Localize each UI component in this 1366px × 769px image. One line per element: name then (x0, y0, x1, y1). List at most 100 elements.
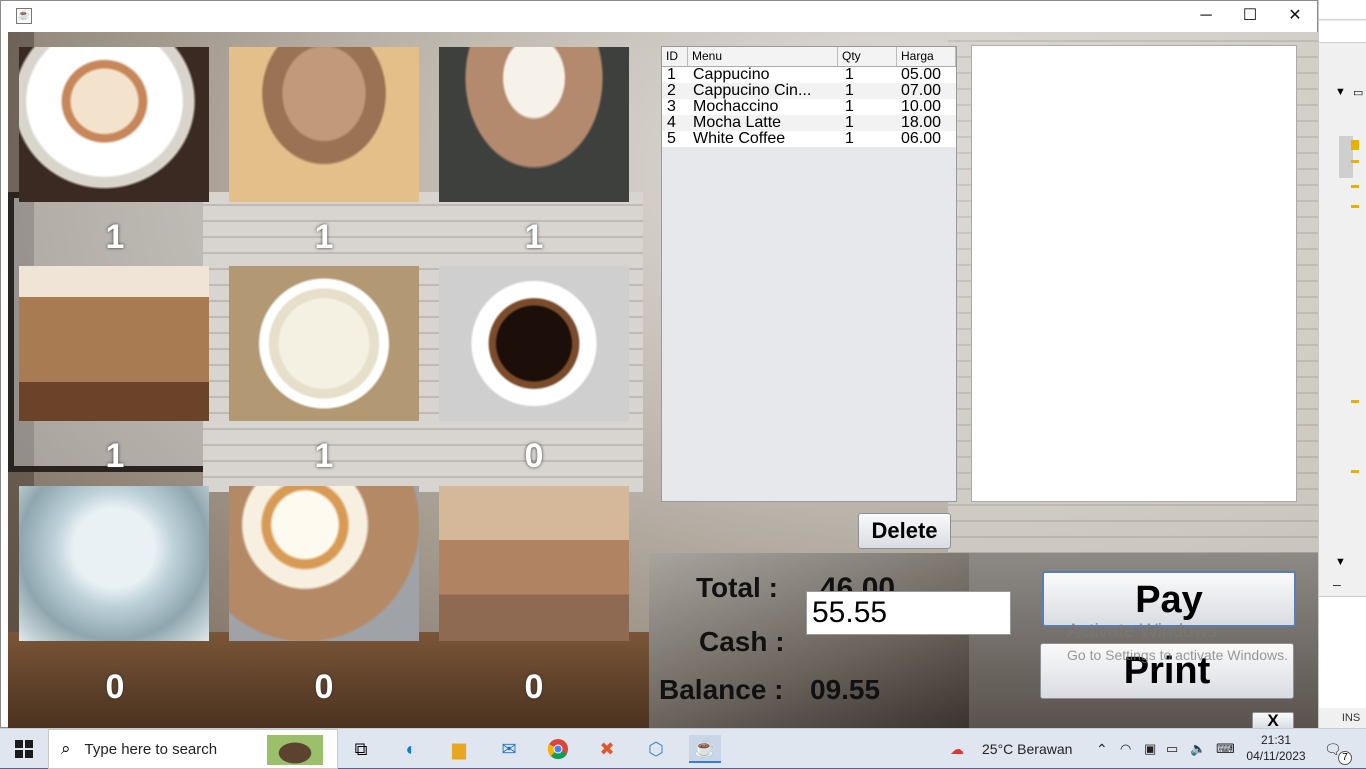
cell-menu: Mochaccino (693, 99, 779, 115)
mochaccino-tile[interactable] (439, 47, 629, 202)
table-row[interactable]: 3 Mochaccino 1 10.00 (662, 99, 956, 115)
white-coffee-count: 1 (314, 437, 334, 475)
watermark-subtitle: Go to Settings to activate Windows. (1067, 647, 1288, 663)
cash-label: Cash : (699, 626, 785, 657)
caramel-frappe-count: 0 (314, 668, 334, 706)
chevron-up-icon[interactable]: ⌃ (1096, 729, 1108, 769)
chrome-icon[interactable] (543, 735, 573, 763)
cell-harga: 18.00 (901, 114, 942, 131)
cell-menu: Cappucino (693, 67, 770, 83)
receipt-text-area[interactable] (971, 45, 1297, 502)
xampp-icon[interactable]: ✖ (592, 735, 622, 763)
white-coffee-tile[interactable] (229, 266, 419, 421)
cell-id: 1 (667, 66, 676, 83)
edge-icon[interactable]: ◐ (396, 735, 426, 763)
table-row[interactable]: 5 White Coffee 1 06.00 (662, 131, 956, 147)
chevron-down-icon[interactable]: ▼ (1335, 86, 1346, 98)
warning-marker (1351, 205, 1359, 208)
java-app-taskbar-icon[interactable]: ☕ (689, 735, 721, 763)
taskbar: ⌕ Type here to search ⧉ ◐ ▆ ✉ ✖ ⬡ ☕ ☁ 25… (0, 728, 1366, 769)
weather-text[interactable]: 25°C Berawan (982, 729, 1072, 769)
table-row[interactable]: 2 Cappucino Cin... 1 07.00 (662, 83, 956, 99)
cell-harga: 05.00 (901, 66, 942, 83)
cell-qty: 1 (845, 130, 854, 147)
mail-icon[interactable]: ✉ (494, 735, 524, 763)
clock[interactable]: 21:31 04/11/2023 (1246, 732, 1306, 764)
ide-field (1319, 21, 1366, 43)
iced-latte-count: 0 (524, 668, 544, 706)
network-icon[interactable]: ◠ (1120, 729, 1131, 769)
cell-harga: 06.00 (901, 130, 942, 147)
cell-id: 4 (667, 114, 676, 131)
warning-marker (1351, 400, 1359, 403)
ide-output-pane (1319, 596, 1366, 708)
table-row[interactable]: 4 Mocha Latte 1 18.00 (662, 115, 956, 131)
header-harga[interactable]: Harga (897, 47, 956, 66)
black-coffee-count: 0 (524, 437, 544, 475)
cell-id: 3 (667, 98, 676, 115)
virtualbox-icon[interactable]: ⬡ (641, 735, 671, 763)
search-placeholder: Type here to search (84, 740, 218, 758)
cappucino-tile[interactable] (19, 47, 209, 202)
taskbar-search[interactable]: ⌕ Type here to search (48, 729, 338, 769)
warning-marker (1351, 185, 1359, 188)
battery-icon[interactable]: ▭ (1166, 729, 1178, 769)
file-explorer-icon[interactable]: ▆ (444, 735, 474, 763)
cell-harga: 07.00 (901, 82, 942, 99)
ide-toolbar (1319, 0, 1366, 20)
ice-water-tile[interactable] (19, 486, 209, 641)
meet-icon[interactable]: ▣ (1144, 729, 1156, 769)
table-row[interactable]: 1 Cappucino 1 05.00 (662, 67, 956, 83)
cell-menu: White Coffee (693, 131, 786, 147)
warning-marker (1351, 470, 1359, 473)
window-icon[interactable]: ▭ (1353, 86, 1363, 99)
caramel-frappe-tile[interactable] (229, 486, 419, 641)
weather-icon[interactable]: ☁ (950, 729, 964, 769)
cell-id: 2 (667, 82, 676, 99)
delete-button[interactable]: Delete (858, 513, 951, 549)
table-header: ID Menu Qty Harga (662, 47, 956, 67)
cash-input[interactable]: 55.55 (806, 591, 1011, 635)
clock-time: 21:31 (1260, 733, 1292, 747)
header-qty[interactable]: Qty (838, 47, 897, 66)
cell-qty: 1 (845, 66, 854, 83)
black-coffee-tile[interactable] (439, 266, 629, 421)
table-body: 1 Cappucino 1 05.00 2 Cappucino Cin... 1… (662, 67, 956, 147)
mochaccino-count: 1 (524, 218, 544, 256)
balance-value: 09.55 (810, 674, 881, 705)
cappucino-count: 1 (105, 218, 125, 256)
cappucino-cinnamon-tile[interactable] (229, 47, 419, 202)
cell-qty: 1 (845, 98, 854, 115)
keyboard-icon[interactable]: ⌨ (1216, 729, 1235, 769)
search-highlight-image (267, 735, 323, 765)
maximize-button[interactable]: ☐ (1227, 1, 1273, 31)
iced-latte-tile[interactable] (439, 486, 629, 641)
cell-harga: 10.00 (901, 98, 942, 115)
order-table[interactable]: ID Menu Qty Harga 1 Cappucino 1 05.00 2 … (661, 46, 957, 502)
mocha-latte-tile[interactable] (19, 266, 209, 421)
watermark-title: Activate Windows (1067, 621, 1217, 642)
cappucino-cinnamon-count: 1 (314, 218, 334, 256)
java-app-icon: ☕ (16, 8, 32, 24)
balance-label: Balance : (659, 674, 784, 705)
clock-date: 04/11/2023 (1246, 749, 1306, 763)
minimize-button[interactable]: ─ (1183, 1, 1229, 31)
cell-id: 5 (667, 130, 676, 147)
cell-qty: 1 (845, 114, 854, 131)
cell-menu: Cappucino Cin... (693, 83, 812, 99)
header-menu[interactable]: Menu (688, 47, 838, 66)
background-ide-panel: ▼ ▭ ▼ ─ (1318, 0, 1366, 728)
task-view-icon[interactable]: ⧉ (346, 735, 376, 763)
close-button[interactable]: ✕ (1272, 1, 1318, 31)
volume-icon[interactable]: 🔈 (1190, 729, 1206, 769)
insert-mode-indicator: INS (1336, 708, 1366, 728)
start-button[interactable] (0, 729, 48, 769)
header-id[interactable]: ID (662, 47, 688, 66)
minimize-icon[interactable]: ─ (1333, 580, 1341, 592)
total-label: Total : (696, 572, 778, 603)
ice-water-count: 0 (105, 668, 125, 706)
exit-button[interactable]: X (1252, 712, 1294, 728)
cell-qty: 1 (845, 82, 854, 99)
pay-button[interactable]: Pay (1042, 571, 1296, 627)
chevron-down-icon[interactable]: ▼ (1335, 556, 1346, 568)
